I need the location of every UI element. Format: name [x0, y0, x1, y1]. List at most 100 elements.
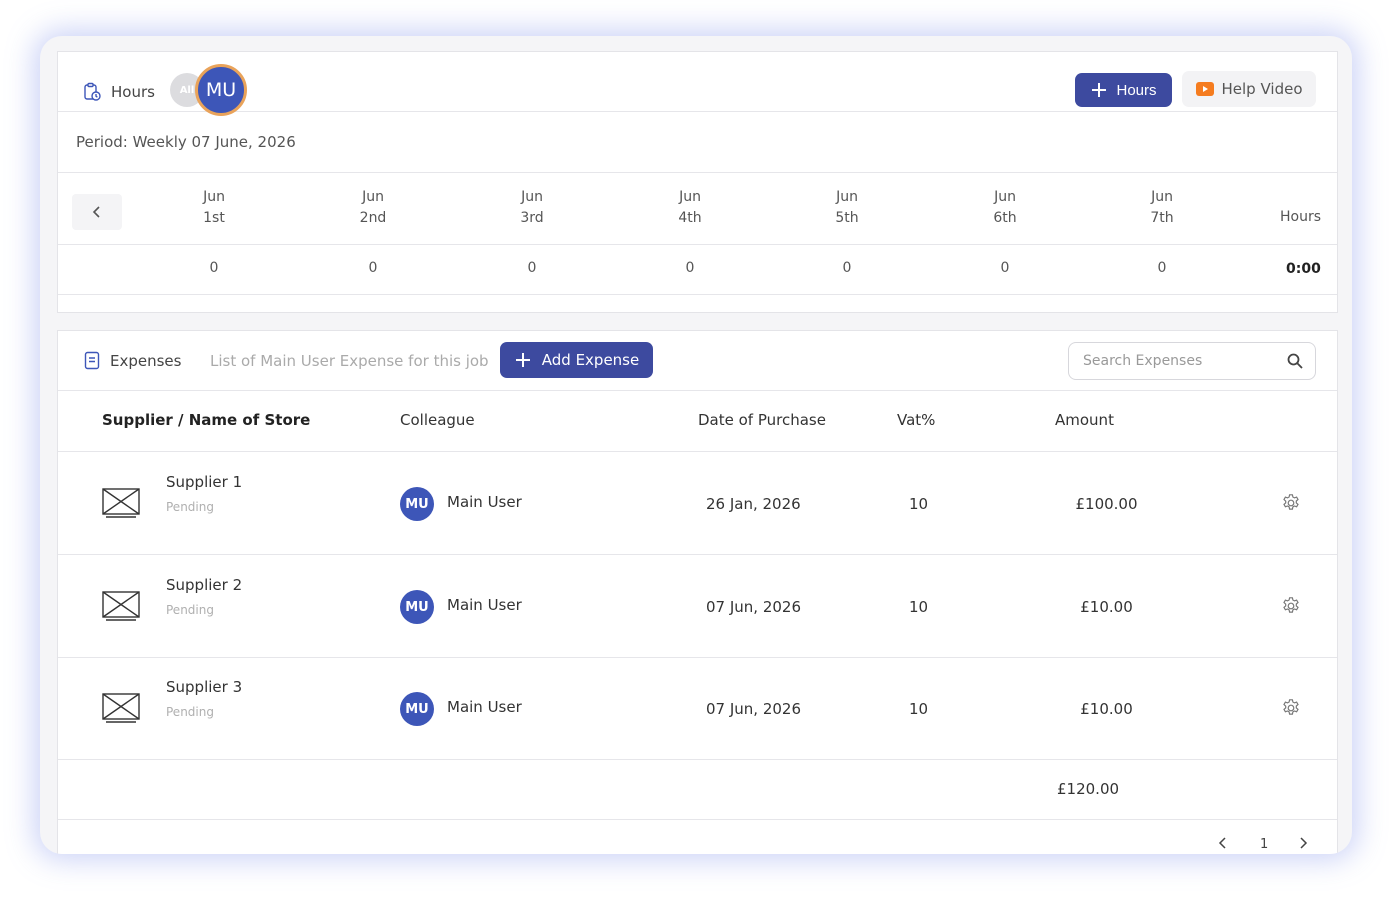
receipt-icon: [84, 351, 100, 370]
day-number: 5th: [835, 210, 859, 226]
col-amount[interactable]: Amount: [1055, 411, 1114, 429]
help-video-button[interactable]: Help Video: [1182, 71, 1316, 107]
app-frame: Hours All MU Hours Help Video Period: We…: [40, 36, 1352, 854]
prev-week-button[interactable]: [72, 194, 122, 230]
help-video-label: Help Video: [1221, 80, 1303, 98]
hours-card: Hours All MU Hours Help Video Period: We…: [57, 51, 1338, 313]
day-month: Jun: [521, 189, 543, 205]
day-month: Jun: [362, 189, 384, 205]
colleague-name: Main User: [447, 596, 522, 614]
expenses-total-row: £120.00: [58, 760, 1337, 820]
day-value-1[interactable]: 0: [174, 260, 254, 276]
avatar-selected[interactable]: MU: [195, 64, 247, 116]
vat-value: 10: [909, 495, 929, 513]
day-value-3[interactable]: 0: [492, 260, 572, 276]
day-month: Jun: [994, 189, 1016, 205]
gear-icon[interactable]: [1281, 596, 1301, 616]
week-values-row: 0 0 0 0 0 0 0 0:00: [58, 245, 1337, 295]
day-header-5: Jun 5th: [807, 187, 887, 229]
amount-value: £10.00: [1080, 598, 1133, 616]
purchase-date: 07 Jun, 2026: [706, 700, 802, 718]
expenses-title-label: Expenses: [110, 351, 182, 370]
colleague-name: Main User: [447, 493, 522, 511]
youtube-icon: [1195, 82, 1214, 96]
search-placeholder: Search Expenses: [1083, 353, 1203, 369]
col-date[interactable]: Date of Purchase: [698, 411, 826, 429]
day-header-7: Jun 7th: [1122, 187, 1202, 229]
week-header-row: Jun 1st Jun 2nd Jun 3rd Jun 4th Jun 5th Jun 6t…: [58, 172, 1337, 245]
clipboard-clock-icon: [82, 82, 102, 102]
expense-status: Pending: [166, 705, 214, 719]
day-header-4: Jun 4th: [650, 187, 730, 229]
page-number[interactable]: 1: [1260, 837, 1268, 852]
day-number: 1st: [203, 210, 225, 226]
image-placeholder-icon: [102, 488, 140, 518]
day-month: Jun: [1151, 189, 1173, 205]
day-month: Jun: [203, 189, 225, 205]
col-colleague[interactable]: Colleague: [400, 411, 475, 429]
day-header-6: Jun 6th: [965, 187, 1045, 229]
expense-status: Pending: [166, 500, 214, 514]
day-number: 7th: [1150, 210, 1174, 226]
expenses-card: Expenses List of Main User Expense for t…: [57, 330, 1338, 854]
table-row[interactable]: Supplier 2 Pending MU Main User 07 Jun, …: [58, 555, 1337, 658]
add-expense-button[interactable]: Add Expense: [500, 342, 653, 378]
supplier-name: Supplier 3: [166, 678, 243, 696]
expenses-table-header: Supplier / Name of Store Colleague Date …: [58, 391, 1337, 452]
colleague-avatar: MU: [400, 692, 434, 726]
vat-value: 10: [909, 700, 929, 718]
day-number: 6th: [993, 210, 1017, 226]
expenses-header: Expenses List of Main User Expense for t…: [58, 331, 1337, 391]
day-header-2: Jun 2nd: [333, 187, 413, 229]
expenses-title: Expenses: [84, 351, 181, 370]
period-label: Period: Weekly 07 June, 2026: [76, 133, 296, 151]
chevron-left-icon: [92, 206, 102, 218]
day-value-5[interactable]: 0: [807, 260, 887, 276]
hours-title-label: Hours: [111, 83, 155, 101]
gear-icon[interactable]: [1281, 493, 1301, 513]
table-row[interactable]: Supplier 1 Pending MU Main User 26 Jan, …: [58, 452, 1337, 555]
expense-status: Pending: [166, 603, 214, 617]
table-row[interactable]: Supplier 3 Pending MU Main User 07 Jun, …: [58, 657, 1337, 760]
amount-value: £100.00: [1075, 495, 1138, 513]
expenses-subtitle: List of Main User Expense for this job: [210, 352, 489, 370]
supplier-name: Supplier 1: [166, 473, 243, 491]
expenses-total: £120.00: [1057, 780, 1120, 798]
day-number: 2nd: [359, 210, 387, 226]
day-value-4[interactable]: 0: [650, 260, 730, 276]
colleague-avatar: MU: [400, 487, 434, 521]
search-icon[interactable]: [1287, 353, 1303, 369]
day-month: Jun: [836, 189, 858, 205]
purchase-date: 26 Jan, 2026: [706, 495, 801, 513]
add-hours-label: Hours: [1116, 81, 1157, 99]
supplier-name: Supplier 2: [166, 576, 243, 594]
colleague-avatar: MU: [400, 590, 434, 624]
hours-header: Hours All MU Hours Help Video: [58, 52, 1337, 116]
chevron-right-icon[interactable]: [1298, 836, 1308, 850]
day-value-6[interactable]: 0: [965, 260, 1045, 276]
day-header-3: Jun 3rd: [492, 187, 572, 229]
col-supplier[interactable]: Supplier / Name of Store: [102, 411, 310, 429]
day-header-1: Jun 1st: [174, 187, 254, 229]
hours-column-label: Hours: [1280, 209, 1322, 225]
hours-title: Hours: [82, 82, 155, 102]
day-month: Jun: [679, 189, 701, 205]
day-value-7[interactable]: 0: [1122, 260, 1202, 276]
day-number: 3rd: [520, 210, 544, 226]
gear-icon[interactable]: [1281, 698, 1301, 718]
purchase-date: 07 Jun, 2026: [706, 598, 802, 616]
image-placeholder-icon: [102, 591, 140, 621]
image-placeholder-icon: [102, 693, 140, 723]
plus-icon: [1090, 81, 1108, 99]
search-expenses-input[interactable]: Search Expenses: [1068, 342, 1316, 380]
add-expense-label: Add Expense: [541, 351, 640, 369]
col-vat[interactable]: Vat%: [897, 411, 935, 429]
colleague-name: Main User: [447, 698, 522, 716]
vat-value: 10: [909, 598, 929, 616]
hours-total: 0:00: [1286, 261, 1321, 277]
chevron-left-icon[interactable]: [1218, 836, 1228, 850]
day-value-2[interactable]: 0: [333, 260, 413, 276]
add-hours-button[interactable]: Hours: [1075, 73, 1172, 107]
amount-value: £10.00: [1080, 700, 1133, 718]
plus-icon: [514, 351, 532, 369]
